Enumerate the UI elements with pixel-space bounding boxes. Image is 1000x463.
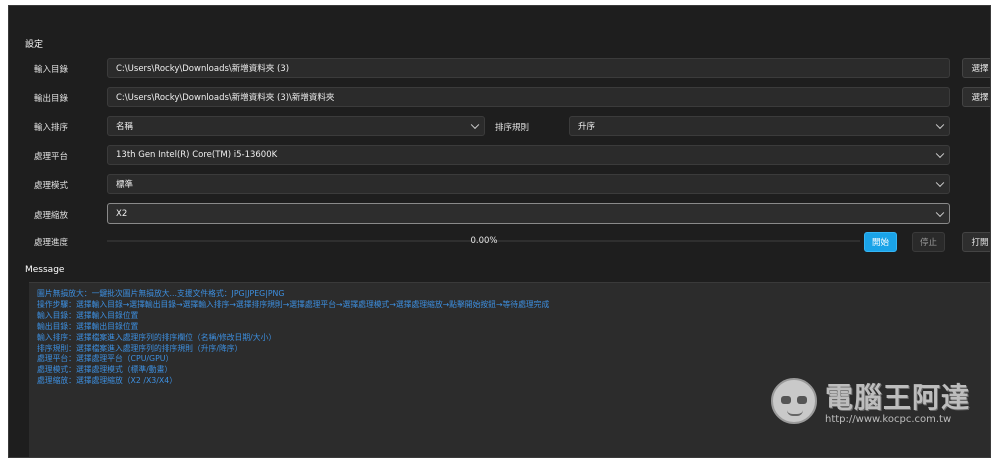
mode-label: 處理模式 bbox=[34, 181, 69, 191]
output-dir-field[interactable]: C:\Users\Rocky\Downloads\新增資料夾 (3)\新增資料夾 bbox=[107, 87, 950, 107]
output-dir-label: 輸出目錄 bbox=[34, 94, 69, 104]
progress-label: 處理進度 bbox=[34, 238, 69, 248]
input-sort-select[interactable]: 名稱 bbox=[107, 116, 485, 136]
message-line: 輸出目錄：選擇輸出目錄位置 bbox=[37, 321, 139, 331]
mascot-mouth bbox=[787, 410, 803, 416]
watermark-url: http://www.kocpc.com.tw bbox=[825, 414, 952, 425]
open-button[interactable]: 打開 bbox=[962, 232, 990, 252]
message-line: 處理縮放：選擇處理縮放（X2 /X3/X4） bbox=[37, 376, 177, 386]
watermark: 電腦王阿達 http://www.kocpc.com.tw bbox=[761, 374, 986, 430]
platform-select[interactable]: 13th Gen Intel(R) Core(TM) i5-13600K bbox=[107, 145, 950, 165]
stop-button[interactable]: 停止 bbox=[912, 232, 945, 252]
scale-select[interactable]: X2 bbox=[107, 203, 950, 224]
message-line: 處理模式：選擇處理模式（標準/動畫） bbox=[37, 365, 173, 375]
mode-value: 標準 bbox=[116, 180, 134, 190]
scale-label: 處理縮放 bbox=[34, 211, 69, 221]
mode-select[interactable]: 標準 bbox=[107, 174, 950, 194]
message-line: 排序規則：選擇檔案進入處理序列的排序規則（升序/降序） bbox=[37, 343, 243, 353]
message-lines: 圖片無損放大：一鍵批次圖片無損放大...支援文件格式：JPG|JPEG|PNG 操… bbox=[37, 289, 549, 387]
input-dir-field[interactable]: C:\Users\Rocky\Downloads\新增資料夾 (3) bbox=[107, 58, 950, 78]
mascot-face-icon bbox=[771, 378, 817, 424]
message-line: 輸入目錄：選擇輸入目錄位置 bbox=[37, 310, 139, 320]
input-dir-browse-button[interactable]: 選擇 bbox=[962, 58, 990, 78]
sort-rule-value: 升序 bbox=[578, 122, 596, 132]
message-title: Message bbox=[25, 265, 65, 275]
chevron-down-icon bbox=[935, 208, 945, 217]
sort-rule-label: 排序規則 bbox=[495, 123, 530, 133]
message-line: 處理平台：選擇處理平台（CPU/GPU） bbox=[37, 354, 174, 364]
mascot-eye-left bbox=[781, 396, 791, 404]
message-log[interactable]: 圖片無損放大：一鍵批次圖片無損放大...支援文件格式：JPG|JPEG|PNG 操… bbox=[29, 282, 990, 457]
app-window: 設定 輸入目錄 C:\Users\Rocky\Downloads\新增資料夾 (… bbox=[8, 5, 991, 458]
message-line: 圖片無損放大：一鍵批次圖片無損放大...支援文件格式：JPG|JPEG|PNG bbox=[37, 289, 285, 298]
settings-title: 設定 bbox=[25, 40, 44, 50]
sort-rule-select[interactable]: 升序 bbox=[569, 116, 950, 136]
progress-percent: 0.00% bbox=[470, 236, 498, 246]
input-dir-value: C:\Users\Rocky\Downloads\新增資料夾 (3) bbox=[116, 64, 290, 74]
platform-value: 13th Gen Intel(R) Core(TM) i5-13600K bbox=[116, 150, 278, 160]
chevron-down-icon bbox=[935, 120, 945, 130]
chevron-down-icon bbox=[470, 120, 480, 130]
scale-value: X2 bbox=[116, 208, 128, 219]
message-line: 輸入排序：選擇檔案進入處理序列的排序欄位（名稱/修改日期/大小） bbox=[37, 332, 277, 342]
chevron-down-icon bbox=[935, 149, 945, 159]
start-button[interactable]: 開始 bbox=[864, 232, 897, 252]
chevron-down-icon bbox=[935, 178, 945, 188]
input-dir-label: 輸入目錄 bbox=[34, 65, 69, 75]
output-dir-browse-button[interactable]: 選擇 bbox=[962, 87, 990, 107]
message-line: 操作步驟：選擇輸入目錄→選擇輸出目錄→選擇輸入排序→選擇排序規則→選擇處理平台→… bbox=[37, 299, 550, 309]
watermark-title: 電腦王阿達 bbox=[825, 381, 971, 414]
platform-label: 處理平台 bbox=[34, 152, 69, 162]
mascot-eye-right bbox=[797, 396, 807, 404]
output-dir-value: C:\Users\Rocky\Downloads\新增資料夾 (3)\新增資料夾 bbox=[116, 93, 335, 103]
input-sort-value: 名稱 bbox=[116, 122, 134, 132]
input-sort-label: 輸入排序 bbox=[34, 123, 69, 133]
